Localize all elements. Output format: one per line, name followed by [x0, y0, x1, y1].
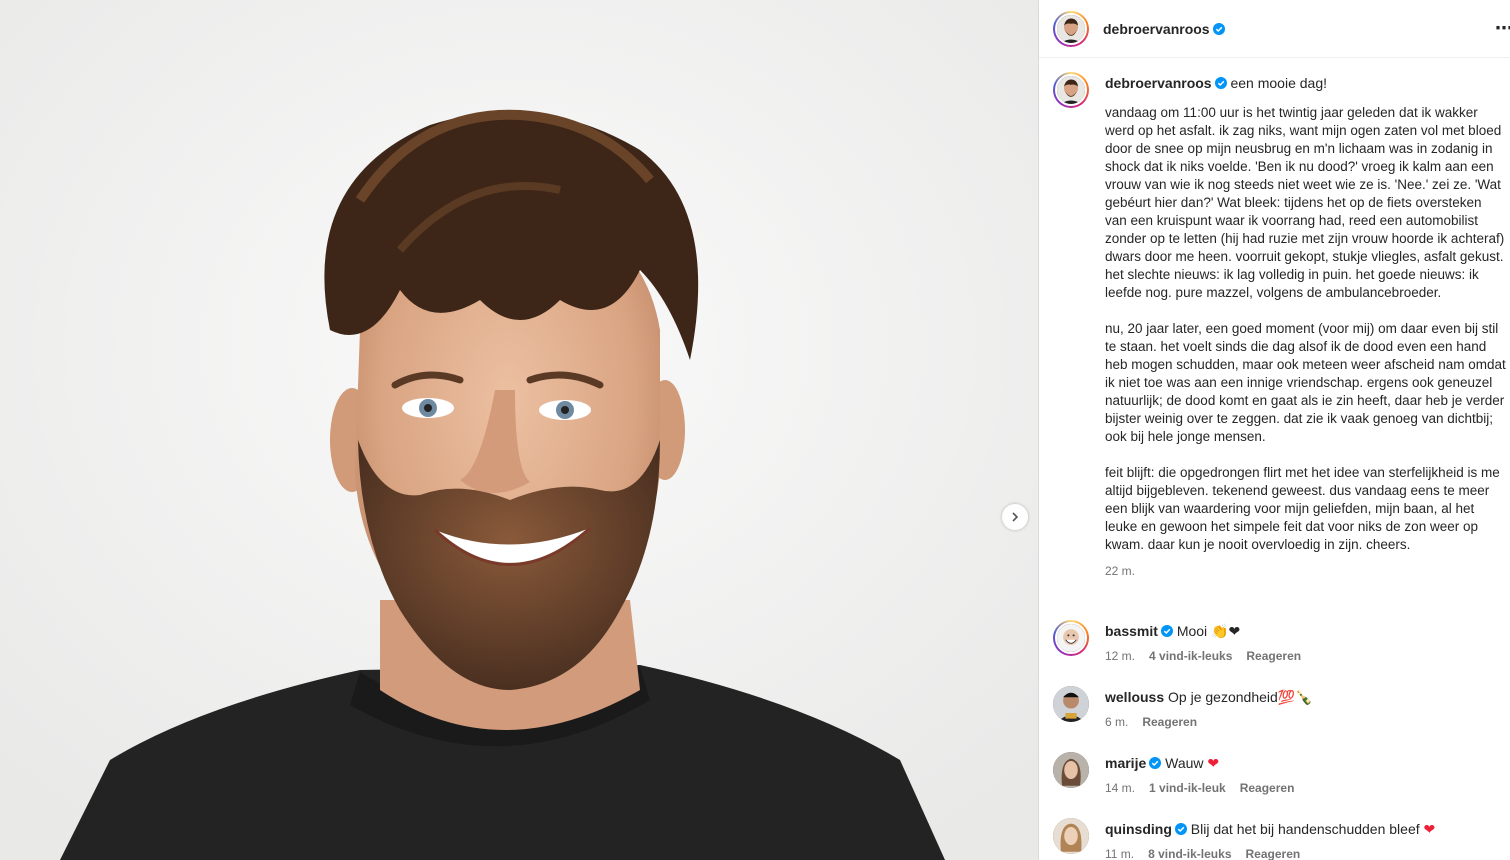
commenter-username[interactable]: bassmit: [1105, 623, 1158, 639]
comment-time: 12 m.: [1105, 649, 1136, 663]
chevron-right-icon: [1012, 512, 1019, 522]
post-photo: [0, 0, 1038, 860]
commenter-username[interactable]: wellouss: [1105, 689, 1164, 705]
comment-item: bassmit Mooi 👏❤ 12 m. 4 vind-ik-leuks Re…: [1053, 620, 1508, 663]
comment-text: Mooi: [1176, 623, 1208, 639]
post-caption: debroervanroos een mooie dag! vandaag om…: [1053, 72, 1508, 578]
commenter-avatar[interactable]: [1053, 620, 1089, 656]
reply-button[interactable]: Reageren: [1246, 649, 1301, 663]
comment-item: wellouss Op je gezondheid💯🍾 6 m. Reagere…: [1053, 686, 1508, 729]
post-side-panel: debroervanroos ⋯ debroervanroos een mooi…: [1038, 0, 1510, 860]
post-header: debroervanroos ⋯: [1039, 0, 1510, 58]
caption-username[interactable]: debroervanroos: [1105, 75, 1212, 91]
caption-text: vandaag om 11:00 uur is het twintig jaar…: [1105, 105, 1506, 552]
post-timestamp: 22 m.: [1105, 564, 1136, 578]
reply-button[interactable]: Reageren: [1142, 715, 1197, 729]
next-photo-button[interactable]: [1002, 504, 1028, 530]
commenter-avatar[interactable]: [1053, 818, 1089, 854]
commenter-username[interactable]: marije: [1105, 755, 1146, 771]
comment-text: Wauw: [1165, 755, 1204, 771]
comment-time: 14 m.: [1105, 781, 1136, 795]
comment-text: Op je gezondheid: [1168, 689, 1278, 705]
verified-badge-icon: [1149, 757, 1162, 769]
author-avatar[interactable]: [1053, 10, 1089, 47]
commenter-avatar[interactable]: [1053, 686, 1089, 722]
verified-badge-icon: [1174, 823, 1187, 835]
verified-badge-icon: [1214, 77, 1227, 89]
comment-time: 11 m.: [1105, 847, 1135, 860]
comment-item: quinsding Blij dat het bij handenschudde…: [1053, 818, 1508, 860]
comment-emoji: 💯🍾: [1277, 690, 1313, 706]
caption-title: een mooie dag!: [1230, 75, 1328, 91]
caption-author-avatar[interactable]: [1053, 72, 1089, 108]
comment-likes[interactable]: 1 vind-ik-leuk: [1149, 781, 1226, 795]
author-username[interactable]: debroervanroos: [1103, 21, 1210, 37]
verified-badge-icon: [1160, 625, 1173, 637]
post-media[interactable]: [0, 0, 1038, 860]
heart-emoji: ❤: [1423, 822, 1436, 838]
verified-badge-icon: [1212, 22, 1225, 35]
comment-likes[interactable]: 4 vind-ik-leuks: [1149, 649, 1232, 663]
more-options-icon[interactable]: ⋯: [1495, 18, 1510, 39]
comment-item: marije Wauw ❤ 14 m. 1 vind-ik-leuk Reage…: [1053, 752, 1508, 795]
reply-button[interactable]: Reageren: [1246, 847, 1301, 860]
commenter-username[interactable]: quinsding: [1105, 821, 1172, 837]
comment-likes[interactable]: 8 vind-ik-leuks: [1148, 847, 1231, 860]
comment-text: Blij dat het bij handenschudden bleef: [1190, 821, 1420, 837]
heart-emoji: ❤: [1207, 756, 1220, 772]
comment-emoji: 👏❤: [1211, 624, 1241, 640]
commenter-avatar[interactable]: [1053, 752, 1089, 788]
comment-time: 6 m.: [1105, 715, 1129, 729]
reply-button[interactable]: Reageren: [1240, 781, 1295, 795]
